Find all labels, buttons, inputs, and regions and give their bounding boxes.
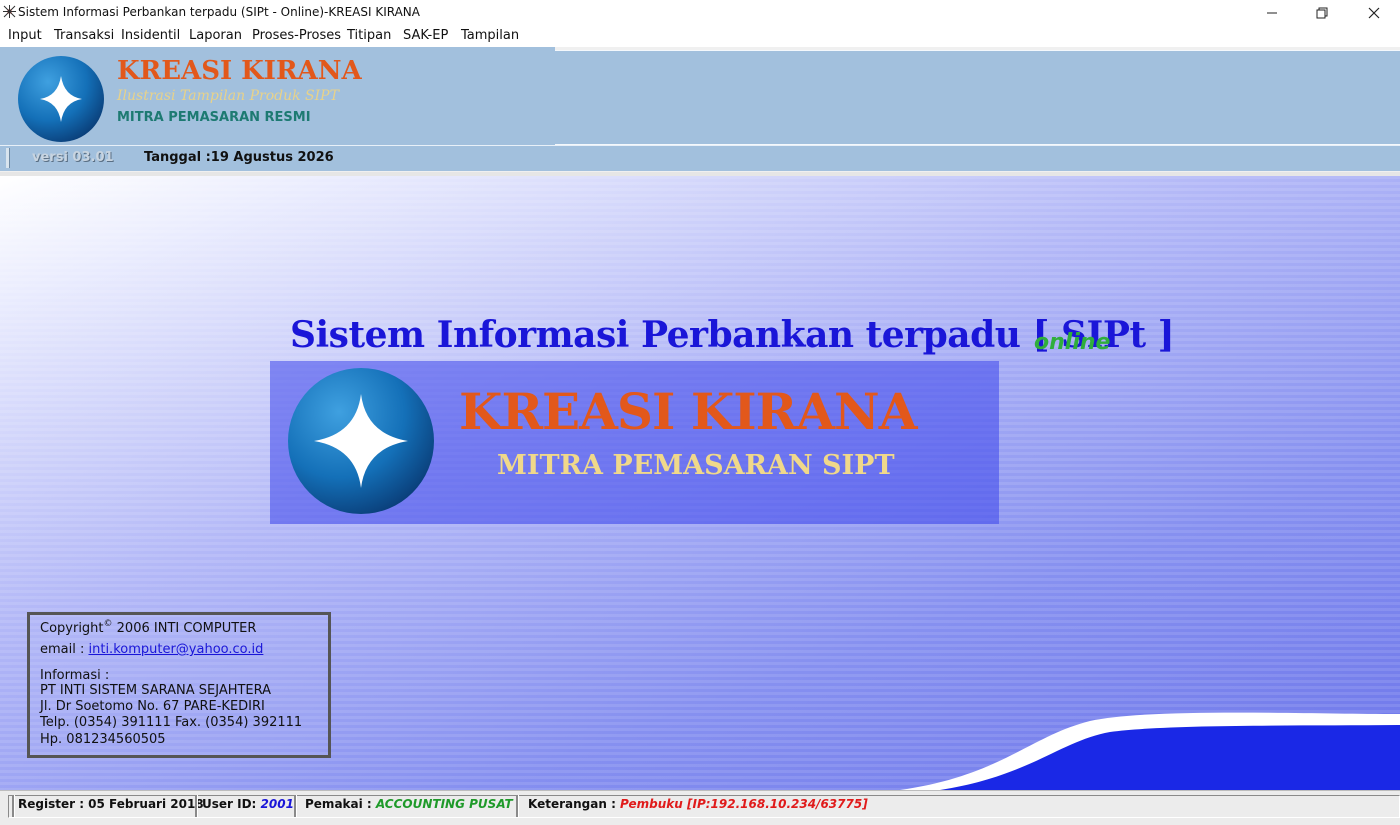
app-icon <box>3 5 16 18</box>
minimize-button[interactable] <box>1247 0 1297 25</box>
splash-online-label: online <box>1034 330 1111 355</box>
status-keterangan: Keterangan : Pembuku [IP:192.168.10.234/… <box>528 797 868 811</box>
title-bar: Sistem Informasi Perbankan terpadu (SIPt… <box>0 0 1400 25</box>
menu-tampilan[interactable]: Tampilan <box>461 28 519 43</box>
header-banner-extension <box>555 50 1400 145</box>
version-label: versi 03.01 <box>32 150 114 165</box>
company-phone: Telp. (0354) 391111 Fax. (0354) 392111 <box>40 715 303 730</box>
star-globe-icon <box>18 56 104 142</box>
status-bar: Register : 05 Februari 2018 User ID: 200… <box>0 790 1400 825</box>
restore-icon <box>1316 7 1328 18</box>
window-title: Sistem Informasi Perbankan terpadu (SIPt… <box>18 5 420 19</box>
company-name: PT INTI SISTEM SARANA SEJAHTERA <box>40 683 272 698</box>
status-register: Register : 05 Februari 2018 <box>18 797 204 811</box>
menu-sak-ep[interactable]: SAK-EP <box>403 28 448 43</box>
status-keterangan-label: Keterangan : <box>528 797 621 811</box>
email-link[interactable]: inti.komputer@yahoo.co.id <box>89 642 264 657</box>
copyright-line: Copyright© 2006 INTI COMPUTER <box>40 619 257 636</box>
status-userid-label: User ID: <box>202 797 261 811</box>
minimize-icon <box>1267 12 1277 13</box>
status-separator <box>294 795 297 817</box>
menu-input[interactable]: Input <box>8 28 42 43</box>
email-label: email : <box>40 642 89 657</box>
menu-laporan[interactable]: Laporan <box>189 28 242 43</box>
menu-titipan[interactable]: Titipan <box>347 28 391 43</box>
header-mitra: MITRA PEMASARAN RESMI <box>117 110 311 125</box>
info-label: Informasi : <box>40 668 110 683</box>
company-address: Jl. Dr Soetomo No. 67 PARE-KEDIRI <box>40 699 265 714</box>
menu-transaksi[interactable]: Transaksi <box>54 28 114 43</box>
status-separator <box>195 795 198 817</box>
menu-proses-proses[interactable]: Proses-Proses <box>252 28 341 43</box>
splash-mitra: MITRA PEMASARAN SIPT <box>497 450 895 481</box>
header-subtitle: Ilustrasi Tampilan Produk SIPT <box>117 88 339 104</box>
close-icon <box>1368 7 1380 18</box>
splash-canvas: Sistem Informasi Perbankan terpadu [ SIP… <box>0 176 1400 790</box>
date-label: Tanggal :19 Agustus 2026 <box>144 150 334 165</box>
status-separator <box>12 795 15 817</box>
status-pemakai: Pemakai : ACCOUNTING PUSAT <box>305 797 513 811</box>
menu-insidentil[interactable]: Insidentil <box>121 28 180 43</box>
close-button[interactable] <box>1349 0 1399 25</box>
email-line: email : inti.komputer@yahoo.co.id <box>40 642 263 657</box>
status-keterangan-value: Pembuku [IP:192.168.10.234/63775] <box>620 797 868 811</box>
status-userid-value: 2001 <box>260 797 294 811</box>
company-hp: Hp. 081234560505 <box>40 732 166 747</box>
splash-brand: KREASI KIRANA <box>459 382 918 441</box>
header-title: KREASI KIRANA <box>117 56 362 86</box>
status-userid: User ID: 2001 <box>202 797 294 811</box>
menu-bar: Input Transaksi Insidentil Laporan Prose… <box>0 25 1400 47</box>
star-globe-icon <box>288 368 434 514</box>
status-pemakai-value: ACCOUNTING PUSAT <box>375 797 513 811</box>
status-pemakai-label: Pemakai : <box>305 797 376 811</box>
copyright-label: Copyright <box>40 621 104 636</box>
copyright-box: Copyright© 2006 INTI COMPUTER email : in… <box>27 612 331 758</box>
status-separator <box>516 795 519 817</box>
toolbar-handle[interactable] <box>6 148 10 168</box>
restore-button[interactable] <box>1297 0 1347 25</box>
copyright-symbol: © <box>103 619 113 629</box>
copyright-owner: 2006 INTI COMPUTER <box>112 621 257 636</box>
